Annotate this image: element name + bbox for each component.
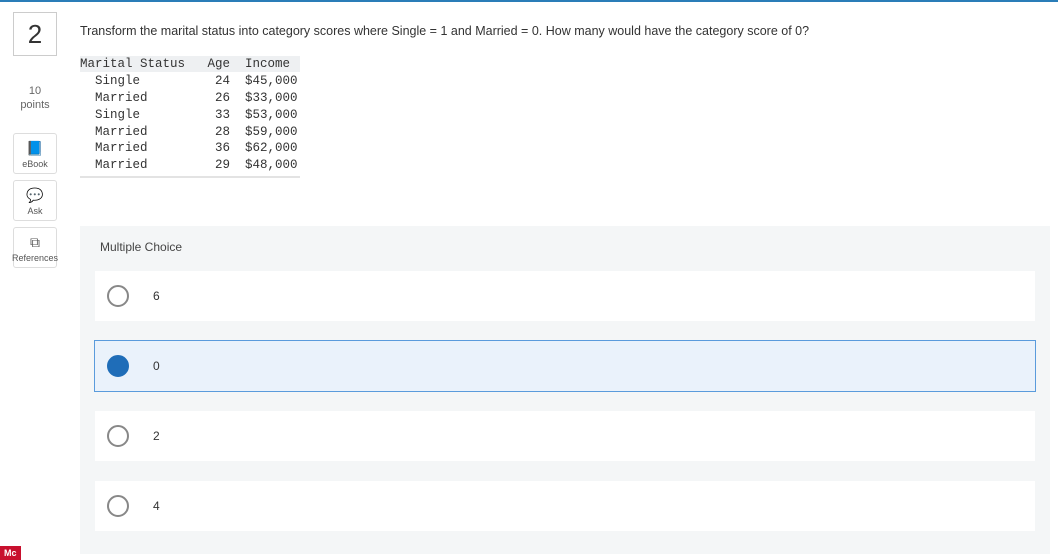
copy-icon: ⧉ — [30, 234, 40, 251]
points-value: 10 — [20, 84, 49, 98]
question-prompt: Transform the marital status into catego… — [80, 24, 1050, 38]
book-icon: 📘 — [26, 140, 43, 157]
brand-badge: Mc — [0, 546, 21, 560]
ebook-button[interactable]: 📘 eBook — [13, 133, 57, 174]
data-table: Marital Status Age Income Single 24 $45,… — [80, 56, 300, 178]
mc-title: Multiple Choice — [100, 240, 1036, 254]
ask-button[interactable]: 💬 Ask — [13, 180, 57, 221]
multiple-choice-block: Multiple Choice 6 0 2 4 — [80, 226, 1050, 554]
question-number: 2 — [28, 19, 42, 50]
radio-icon — [107, 285, 129, 307]
choice-label: 2 — [153, 429, 160, 443]
references-label: References — [12, 253, 58, 263]
question-number-box: 2 — [13, 12, 57, 56]
choice-option[interactable]: 0 — [94, 340, 1036, 392]
radio-icon — [107, 425, 129, 447]
ebook-label: eBook — [22, 159, 48, 169]
radio-icon — [107, 355, 129, 377]
points: 10 points — [20, 84, 49, 113]
main-content: Transform the marital status into catego… — [70, 2, 1058, 560]
choice-option[interactable]: 4 — [94, 480, 1036, 532]
radio-icon — [107, 495, 129, 517]
choice-label: 6 — [153, 289, 160, 303]
sidebar: 2 10 points 📘 eBook 💬 Ask ⧉ References — [0, 2, 70, 560]
choice-label: 0 — [153, 359, 160, 373]
choice-option[interactable]: 2 — [94, 410, 1036, 462]
references-button[interactable]: ⧉ References — [13, 227, 57, 268]
choice-label: 4 — [153, 499, 160, 513]
choice-option[interactable]: 6 — [94, 270, 1036, 322]
points-label: points — [20, 98, 49, 112]
chat-icon: 💬 — [26, 187, 43, 204]
ask-label: Ask — [27, 206, 42, 216]
